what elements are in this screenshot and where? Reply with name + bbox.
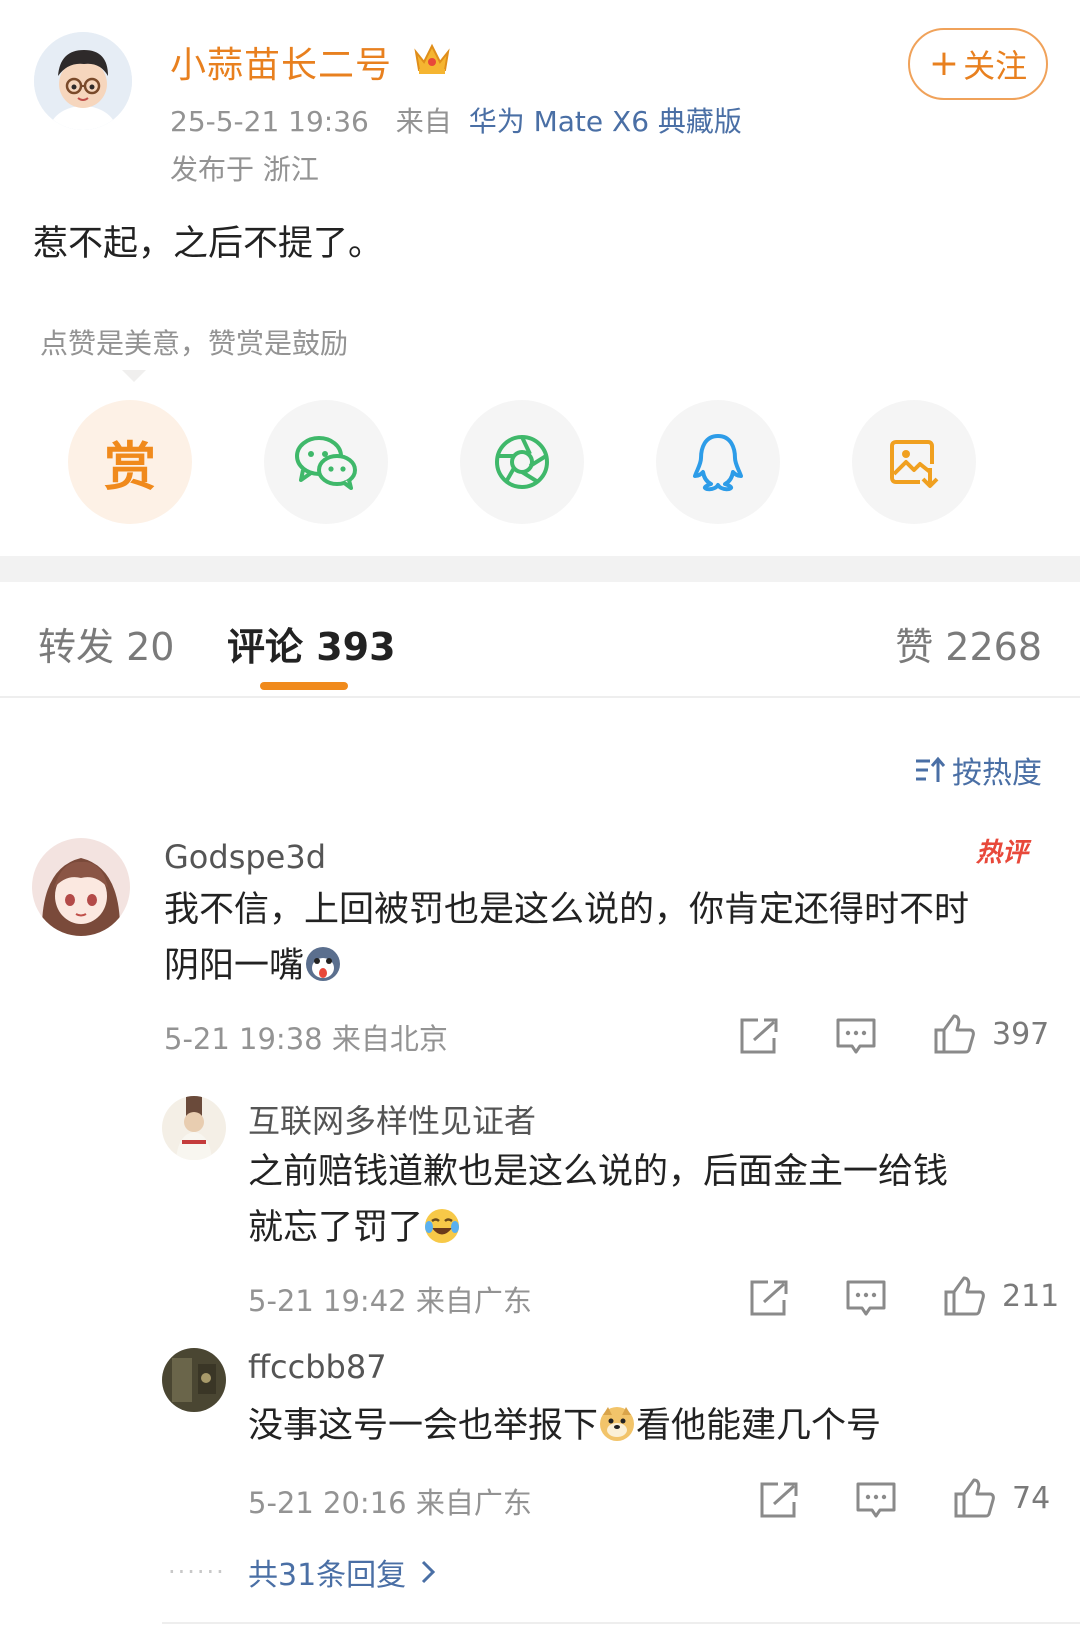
view-more-replies-link[interactable]: 共31条回复 xyxy=(248,1550,436,1594)
like-icon[interactable] xyxy=(952,1476,996,1520)
commenter-avatar[interactable] xyxy=(162,1348,226,1412)
author-avatar[interactable] xyxy=(34,32,132,130)
more-replies-label: 共31条回复 xyxy=(248,1558,407,1593)
tab-comments[interactable]: 评论 393 xyxy=(227,616,396,671)
like-count: 397 xyxy=(992,1017,1050,1052)
commenter-avatar[interactable] xyxy=(162,1096,226,1160)
repost-icon[interactable] xyxy=(736,1016,780,1056)
comment-time: 5-21 19:42 来自广东 xyxy=(248,1284,532,1318)
husky-emoji-icon xyxy=(306,947,341,981)
commenter-name[interactable]: ffccbb87 xyxy=(248,1348,387,1386)
comment-text-line: 之前赔钱道歉也是这么说的，后面金主一给钱 xyxy=(248,1152,949,1192)
follow-label: 关注 xyxy=(963,47,1028,85)
comment-text-line: 我不信，上回被罚也是这么说的，你肯定还得时不时 xyxy=(164,890,970,930)
share-qq-button[interactable] xyxy=(656,400,780,524)
like-icon[interactable] xyxy=(942,1274,986,1318)
section-divider xyxy=(0,556,1080,582)
post-time: 25-5-21 19:36 xyxy=(170,105,369,138)
ellipsis-dots: ······ xyxy=(168,1558,226,1586)
moments-icon xyxy=(495,435,549,489)
doge-emoji-icon xyxy=(600,1407,635,1441)
share-moments-button[interactable] xyxy=(460,400,584,524)
comment-text: 我不信，上回被罚也是这么说的，你肯定还得时不时 阴阳一嘴 xyxy=(164,882,1054,994)
tab-divider xyxy=(0,696,1080,698)
commenter-avatar[interactable] xyxy=(32,838,130,936)
source-prefix: 来自 xyxy=(395,105,452,138)
comment-text-line: 阴阳一嘴 xyxy=(164,938,1054,994)
chevron-right-icon xyxy=(422,1560,436,1584)
reply-icon[interactable] xyxy=(854,1480,898,1520)
save-image-icon xyxy=(890,440,939,488)
comment-text: 没事这号一会也举报下 看他能建几个号 xyxy=(248,1406,882,1446)
like-count: 211 xyxy=(1002,1279,1060,1314)
comment-time: 5-21 20:16 来自广东 xyxy=(248,1486,532,1520)
save-image-button[interactable] xyxy=(852,400,976,524)
follow-button[interactable]: + 关注 xyxy=(908,28,1048,100)
tip-arrow xyxy=(122,370,146,382)
hot-comment-badge: 热评 xyxy=(976,838,1029,868)
comment-text: 之前赔钱道歉也是这么说的，后面金主一给钱 就忘了罚了 xyxy=(248,1144,1048,1256)
reply-icon[interactable] xyxy=(844,1278,888,1318)
post-location: 发布于 浙江 xyxy=(170,153,319,186)
like-icon[interactable] xyxy=(932,1012,976,1056)
qq-icon xyxy=(693,434,743,492)
active-tab-indicator xyxy=(260,682,348,690)
sort-icon xyxy=(916,756,946,782)
commenter-name[interactable]: 互联网多样性见证者 xyxy=(248,1096,536,1142)
wechat-icon xyxy=(295,436,357,490)
sort-label: 按热度 xyxy=(952,756,1042,791)
reward-tip: 点赞是美意，赞赏是鼓励 xyxy=(40,327,349,360)
vip-crown-icon[interactable] xyxy=(412,40,452,76)
like-count: 74 xyxy=(1012,1481,1051,1516)
commenter-name[interactable]: Godspe3d xyxy=(164,838,326,876)
comment-divider xyxy=(162,1622,1080,1624)
author-name[interactable]: 小蒜苗长二号 xyxy=(170,36,392,88)
post-text: 惹不起，之后不提了。 xyxy=(33,224,384,264)
repost-icon[interactable] xyxy=(746,1278,790,1318)
post-meta: 25-5-21 19:36 来自 华为 Mate X6 典藏版 xyxy=(170,100,742,140)
repost-icon[interactable] xyxy=(756,1480,800,1520)
laugh-cry-emoji-icon xyxy=(425,1209,460,1243)
reward-button[interactable]: 赏 xyxy=(68,400,192,524)
sort-button[interactable]: 按热度 xyxy=(914,748,1042,792)
plus-icon: + xyxy=(928,43,960,84)
comment-text-line: 就忘了罚了 xyxy=(248,1200,1048,1256)
tab-likes[interactable]: 赞 2268 xyxy=(895,616,1042,671)
device-link[interactable]: 华为 Mate X6 典藏版 xyxy=(469,105,742,138)
reply-icon[interactable] xyxy=(834,1016,878,1056)
tab-repost[interactable]: 转发 20 xyxy=(38,616,174,671)
share-wechat-button[interactable] xyxy=(264,400,388,524)
comment-time: 5-21 19:38 来自北京 xyxy=(164,1022,448,1056)
reward-icon: 赏 xyxy=(103,437,156,498)
